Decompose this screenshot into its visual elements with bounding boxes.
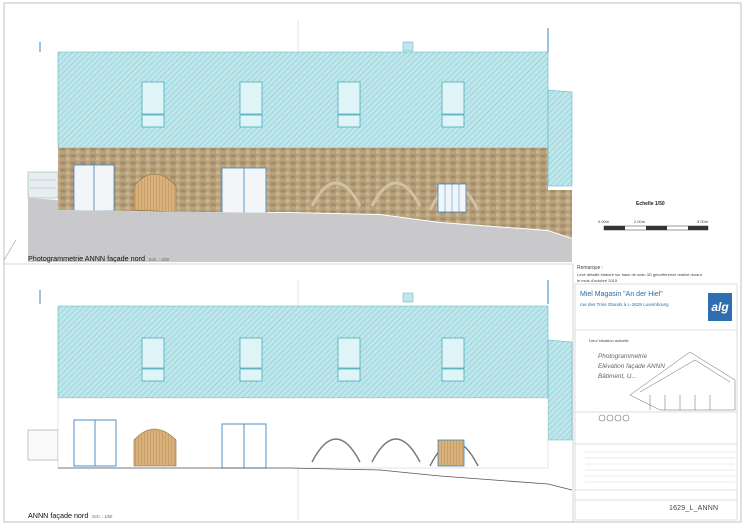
- drawing-title: Photogrammetrie Elévation façade ANNN Bâ…: [598, 353, 665, 380]
- scale-tick-2: 2.00m: [634, 219, 646, 224]
- roof-top: [57, 51, 549, 149]
- remark-line-1: Levé détaillé élaboré sur base de scan 3…: [577, 272, 702, 277]
- scale-bar: [603, 225, 709, 231]
- elevation-drawings: [3, 2, 742, 523]
- drawing-code: 1629_L_ANNN: [669, 505, 719, 512]
- remark-heading: Remarque :: [577, 265, 604, 271]
- caption-top: Photogrammetrie ANNN façade nord Ech. : 1…: [28, 254, 170, 263]
- drawing-sheet: Photogrammetrie ANNN façade nord Ech. : 1…: [0, 0, 745, 526]
- company-logo: alg: [708, 293, 732, 321]
- chimney: [402, 41, 414, 52]
- caption-bottom: ANNN façade nord Ech. : 1/50: [28, 511, 113, 520]
- scale-tick-0: 0.00m: [598, 219, 610, 224]
- top-elevation: [27, 28, 573, 262]
- roof-bottom: [57, 305, 549, 399]
- remark-line-2: le mois d'octobre 2015: [577, 278, 618, 283]
- bottom-elevation: [27, 280, 573, 491]
- situation-label: Lieu/ situation actuelle: [589, 338, 629, 343]
- scale-tick-5: 5.00m: [697, 219, 709, 224]
- project-address: rue des Trois Glands à L-1629 Luxembourg: [580, 302, 669, 307]
- scale-title: Echelle 1/50: [636, 201, 665, 207]
- project-name: Miel Magasin "An der Hiel": [580, 291, 663, 298]
